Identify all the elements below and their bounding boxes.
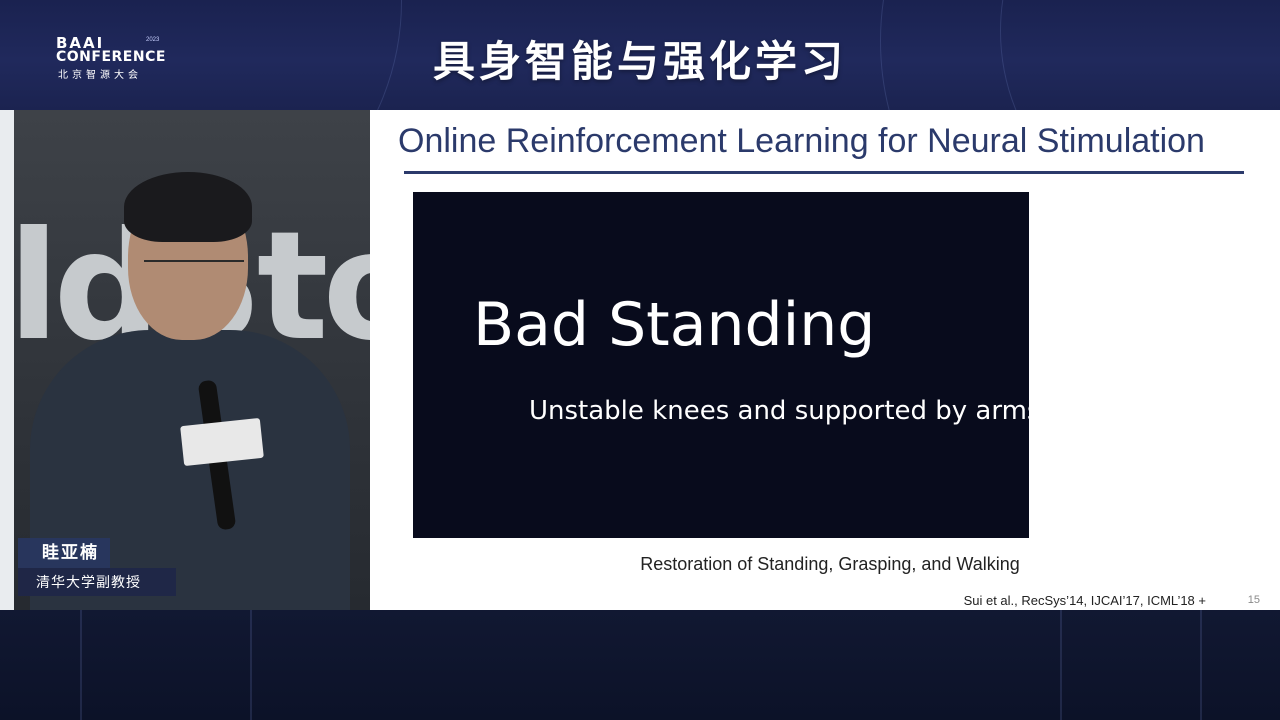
slide-page-number: 15 [1247, 594, 1260, 606]
top-banner: BAAI 2023 CONFERENCE 北京智源大会 具身智能与强化学习 [0, 0, 1280, 110]
session-title: 具身智能与强化学习 [432, 37, 847, 86]
video-sub-text: Unstable knees and supported by arms [529, 396, 1041, 426]
speaker-hair [124, 172, 252, 242]
stage-floor [0, 610, 1280, 720]
title-divider [404, 171, 1244, 174]
video-caption: Restoration of Standing, Grasping, and W… [640, 554, 1020, 574]
logo-conference: CONFERENCE [56, 49, 166, 65]
presentation-slide: Online Reinforcement Learning for Neural… [370, 110, 1280, 610]
decor-line [1200, 610, 1202, 720]
conference-logo: BAAI 2023 CONFERENCE 北京智源大会 [56, 34, 166, 84]
speaker-title: 清华大学副教授 [18, 568, 176, 596]
slide-title: Online Reinforcement Learning for Neural… [398, 122, 1205, 160]
logo-chinese-name: 北京智源大会 [58, 70, 142, 81]
video-main-text: Bad Standing [473, 290, 876, 360]
decor-line [80, 610, 82, 720]
decor-line [250, 610, 252, 720]
speaker-video: ldSto 眭亚楠 清华大学副教授 [0, 110, 370, 610]
speaker-glasses [144, 260, 244, 276]
embedded-video[interactable]: Bad Standing Unstable knees and supporte… [413, 192, 1040, 538]
speaker-name: 眭亚楠 [18, 538, 110, 568]
decor-arc [1000, 0, 1280, 110]
logo-year: 2023 [146, 37, 160, 43]
microphone-flag [180, 417, 264, 467]
citation: Sui et al., RecSys’14, IJCAI’17, ICML’18… [963, 593, 1206, 608]
decor-line [1060, 610, 1062, 720]
